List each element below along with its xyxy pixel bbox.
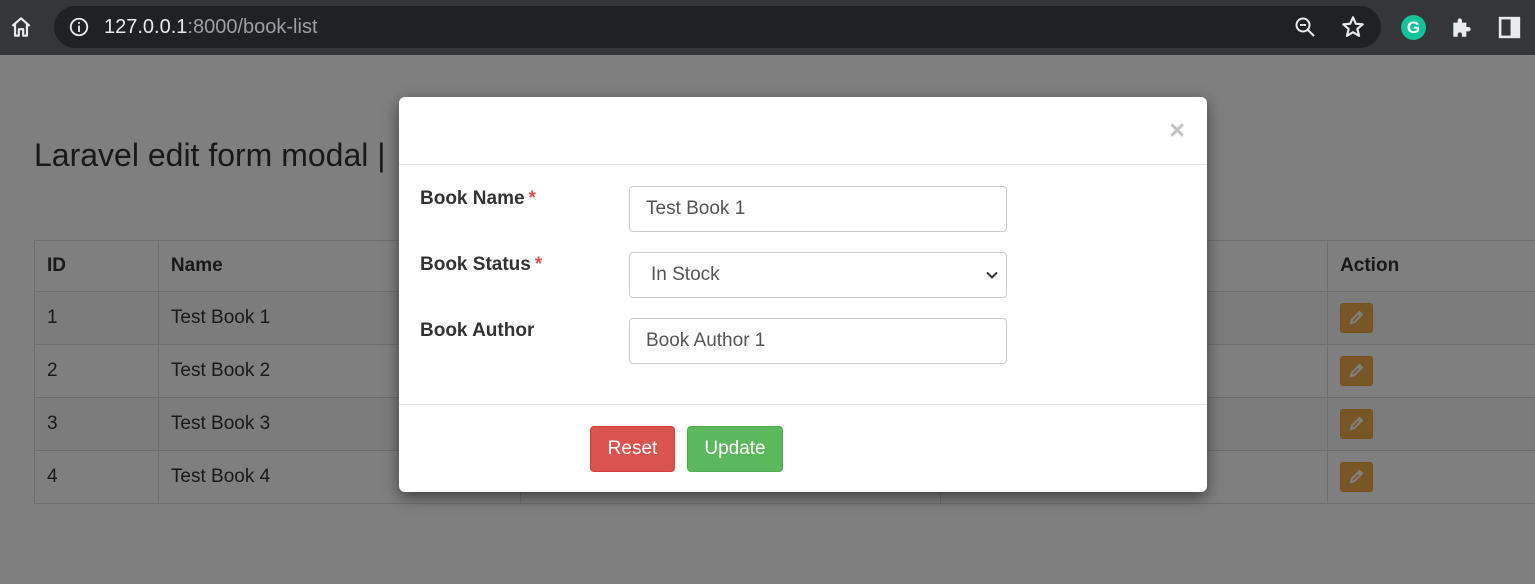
book-author-input[interactable]: Book Author 1 [629, 318, 1007, 364]
chevron-down-icon [986, 271, 998, 279]
book-author-label: Book Author [420, 320, 535, 341]
update-button[interactable]: Update [687, 426, 783, 472]
zoom-icon[interactable] [1293, 15, 1317, 39]
close-button[interactable]: × [1169, 115, 1185, 145]
reset-button[interactable]: Reset [590, 426, 675, 472]
address-bar-url[interactable]: 127.0.0.1:8000/book-list [104, 15, 318, 39]
url-path: :8000/book-list [187, 16, 318, 38]
home-icon[interactable] [8, 14, 34, 40]
required-marker: * [534, 254, 543, 275]
browser-toolbar: 127.0.0.1:8000/book-list G [0, 0, 1535, 55]
book-name-label: Book Name * [420, 188, 536, 210]
book-status-select[interactable]: In Stock [629, 252, 1007, 298]
bookmark-star-icon[interactable] [1340, 14, 1366, 40]
book-status-label-text: Book Status [420, 254, 531, 275]
book-name-input[interactable]: Test Book 1 [629, 186, 1007, 232]
side-panel-icon[interactable] [1497, 15, 1522, 40]
extensions-puzzle-icon[interactable] [1449, 14, 1475, 40]
modal-header: × [399, 97, 1207, 165]
required-marker: * [528, 188, 536, 209]
modal-footer: Reset Update [399, 404, 1207, 492]
book-status-selected-value: In Stock [651, 264, 720, 285]
book-name-label-text: Book Name [420, 188, 525, 209]
grammarly-extension-icon[interactable]: G [1401, 15, 1426, 40]
book-status-label: Book Status * [420, 254, 542, 276]
edit-book-modal: × Book Name * Test Book 1 Book Status * In… [399, 97, 1207, 492]
site-info-icon[interactable] [68, 16, 90, 38]
url-host: 127.0.0.1 [104, 16, 188, 38]
